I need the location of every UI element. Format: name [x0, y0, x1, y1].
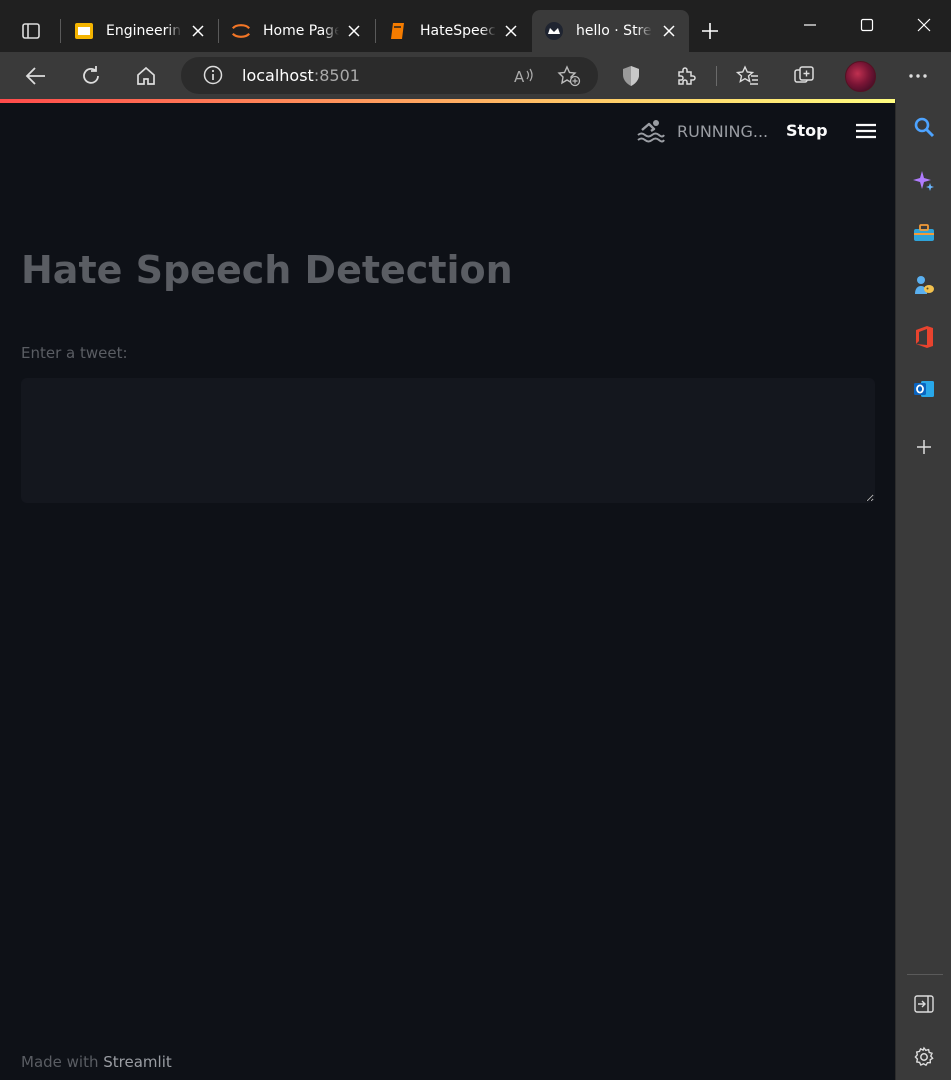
sidebar-add-button[interactable]	[908, 431, 940, 463]
running-status: RUNNING...	[637, 117, 768, 145]
status-label: RUNNING...	[677, 121, 769, 141]
toolbar-separator	[716, 66, 717, 86]
games-icon	[915, 276, 934, 294]
sidebar-search-button[interactable]	[908, 111, 940, 143]
home-icon	[137, 66, 155, 85]
tweet-input-label: Enter a tweet:	[21, 344, 128, 362]
maximize-button[interactable]	[838, 0, 896, 50]
back-arrow-icon	[25, 67, 45, 85]
slides-icon	[74, 21, 94, 41]
tab-title: Home Page	[263, 23, 339, 39]
stop-button[interactable]: Stop	[786, 121, 828, 140]
streamlit-icon	[544, 21, 564, 41]
favorites-button[interactable]	[730, 59, 766, 93]
swimmer-icon	[637, 120, 665, 143]
settings-and-more-button[interactable]	[900, 59, 936, 93]
plus-icon	[702, 23, 718, 39]
sidebar-office-button[interactable]	[908, 321, 940, 353]
sidebar-copilot-button[interactable]	[908, 165, 940, 197]
hamburger-menu-icon[interactable]	[855, 121, 877, 141]
copilot-icon	[913, 171, 934, 191]
sidebar-outlook-button[interactable]	[908, 373, 940, 405]
collections-icon	[794, 66, 814, 83]
close-tab-icon[interactable]	[344, 21, 364, 41]
puzzle-icon	[678, 67, 696, 85]
add-icon	[917, 440, 931, 454]
tab-home-page[interactable]: Home Page	[219, 10, 374, 52]
back-button[interactable]	[18, 59, 54, 93]
tab-actions-icon	[22, 23, 40, 39]
close-window-button[interactable]	[895, 0, 951, 50]
maximize-icon	[860, 18, 874, 32]
refresh-icon	[83, 66, 99, 84]
page-title: Hate Speech Detection	[21, 248, 513, 292]
shield-icon	[623, 66, 639, 86]
profile-avatar[interactable]	[845, 61, 876, 92]
sidebar-games-button[interactable]	[908, 269, 940, 301]
sidebar-split-screen-button[interactable]	[908, 988, 940, 1020]
close-icon	[917, 18, 931, 32]
site-info-icon[interactable]	[203, 65, 223, 85]
office-icon	[916, 326, 933, 348]
notebook-icon	[388, 21, 408, 41]
tab-engineering[interactable]: Engineering	[62, 10, 218, 52]
tab-title: hello · Streamlit	[576, 23, 652, 39]
close-tab-icon[interactable]	[501, 21, 521, 41]
tab-hatespeech[interactable]: HateSpeech	[376, 10, 531, 52]
more-icon	[909, 74, 927, 78]
search-icon	[914, 117, 935, 138]
edge-sidebar	[895, 100, 951, 1080]
favorites-icon	[736, 65, 758, 85]
settings-icon	[914, 1046, 934, 1067]
tab-title: HateSpeech	[420, 23, 496, 39]
sidebar-settings-button[interactable]	[908, 1041, 940, 1073]
address-bar[interactable]: localhost:8501 A	[181, 57, 598, 94]
home-button[interactable]	[128, 59, 164, 93]
streamlit-link[interactable]: Streamlit	[103, 1053, 172, 1071]
tab-strip: Engineering Home Page HateSpeec hello · …	[0, 0, 951, 54]
tab-separator	[60, 19, 61, 43]
outlook-icon	[914, 381, 934, 397]
read-aloud-icon[interactable]: A	[513, 66, 535, 86]
tab-streamlit-active[interactable]: hello · Streamlit	[532, 10, 689, 52]
refresh-button[interactable]	[73, 59, 109, 93]
browser-window: Engineering Home Page HateSpeec hello · …	[0, 0, 951, 1080]
jupyter-icon	[231, 21, 251, 41]
url-host: localhost	[242, 66, 314, 85]
sidebar-separator	[907, 974, 943, 975]
tab-actions-button[interactable]	[14, 14, 48, 48]
footer: Made with Streamlit	[21, 1053, 172, 1071]
close-tab-icon[interactable]	[659, 21, 679, 41]
url-port: :8501	[313, 66, 360, 85]
streamlit-app: RUNNING... Stop Hate Speech Detection En…	[0, 103, 895, 1080]
svg-text:A: A	[514, 68, 525, 86]
add-favorite-icon[interactable]	[557, 65, 581, 87]
tools-icon	[914, 224, 934, 241]
close-tab-icon[interactable]	[188, 21, 208, 41]
split-screen-icon	[914, 995, 934, 1013]
toolbar: localhost:8501 A	[0, 52, 951, 100]
tweet-input[interactable]	[21, 378, 875, 503]
footer-text: Made with	[21, 1053, 104, 1071]
minimize-icon	[804, 24, 816, 26]
tracking-prevention-button[interactable]	[613, 59, 649, 93]
collections-button[interactable]	[786, 59, 822, 93]
minimize-button[interactable]	[781, 0, 839, 50]
url-text[interactable]: localhost:8501	[242, 66, 360, 85]
tab-title: Engineering	[106, 23, 182, 39]
extensions-button[interactable]	[668, 59, 704, 93]
sidebar-tools-button[interactable]	[908, 217, 940, 249]
new-tab-button[interactable]	[693, 14, 727, 48]
